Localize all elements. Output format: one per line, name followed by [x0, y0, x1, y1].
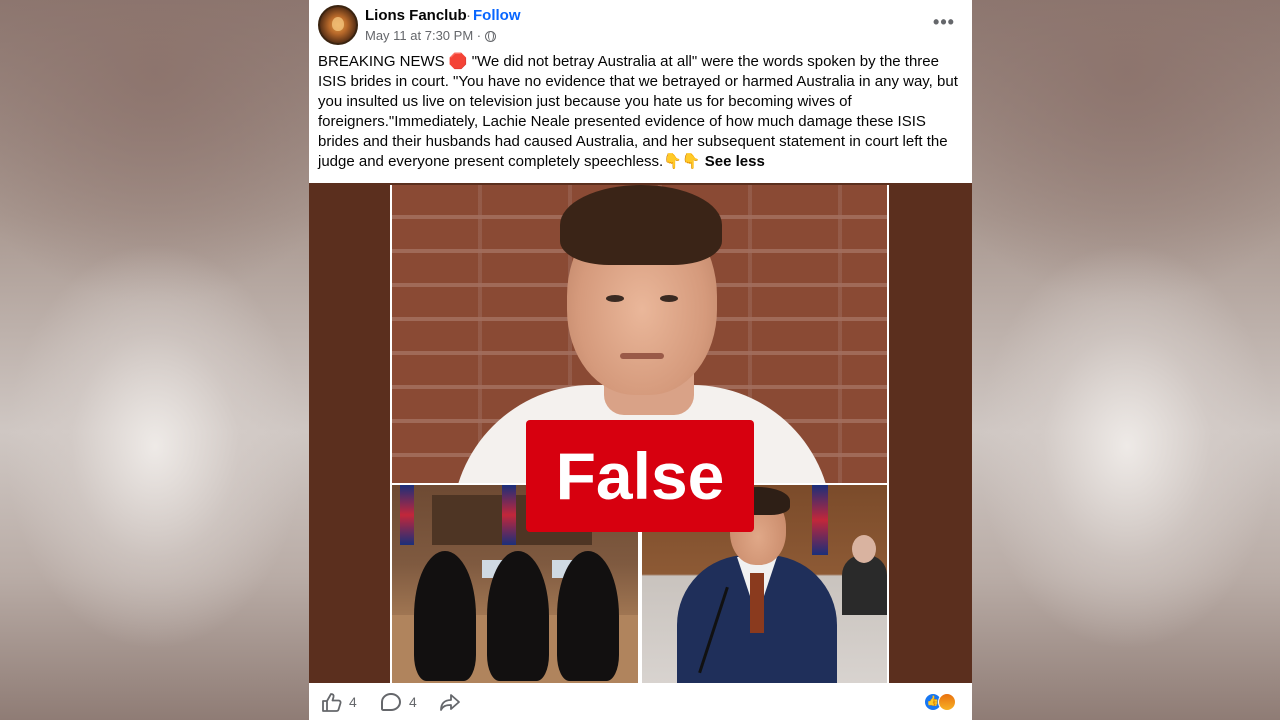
more-options-icon[interactable]: •••: [929, 12, 959, 36]
flag-left: [400, 485, 414, 545]
see-less-link[interactable]: See less: [705, 153, 765, 170]
judge-robe: [842, 555, 887, 615]
post-timestamp[interactable]: May 11 at 7:30 PM ·: [365, 28, 481, 43]
veiled-figure: [414, 551, 476, 681]
judge-head: [852, 535, 876, 563]
post-header: Lions Fanclub · Follow May 11 at 7:30 PM…: [309, 0, 972, 50]
globe-icon: [485, 31, 496, 42]
veiled-figure: [487, 551, 549, 681]
like-count[interactable]: 4: [349, 694, 357, 710]
page-name-link[interactable]: Lions Fanclub: [365, 7, 467, 24]
post-text: BREAKING NEWS 🛑 "We did not betray Austr…: [318, 53, 958, 170]
blurred-background-left: [0, 0, 310, 720]
hair: [560, 185, 722, 265]
mouth: [620, 353, 664, 359]
angry-reaction-icon: [938, 693, 956, 711]
left-eye: [606, 295, 624, 302]
facebook-post: Lions Fanclub · Follow May 11 at 7:30 PM…: [309, 0, 972, 720]
thumbs-up-icon[interactable]: [321, 692, 343, 712]
post-media[interactable]: False: [309, 183, 972, 683]
post-actions: 4 4 👍: [309, 683, 972, 720]
blurred-background-right: [972, 0, 1280, 720]
comment-count[interactable]: 4: [409, 694, 417, 710]
false-rating-badge: False: [526, 420, 754, 532]
follow-button[interactable]: Follow: [473, 7, 521, 24]
page-avatar[interactable]: [318, 5, 358, 45]
tie: [750, 573, 764, 633]
share-icon[interactable]: [439, 692, 461, 712]
veiled-figure: [557, 551, 619, 681]
flag-right: [502, 485, 516, 545]
post-body: BREAKING NEWS 🛑 "We did not betray Austr…: [318, 52, 963, 172]
reactions-summary[interactable]: 👍: [924, 693, 964, 713]
separator-dot: ·: [466, 7, 471, 24]
right-eye: [660, 295, 678, 302]
comment-icon[interactable]: [381, 693, 401, 711]
flag: [812, 485, 828, 555]
